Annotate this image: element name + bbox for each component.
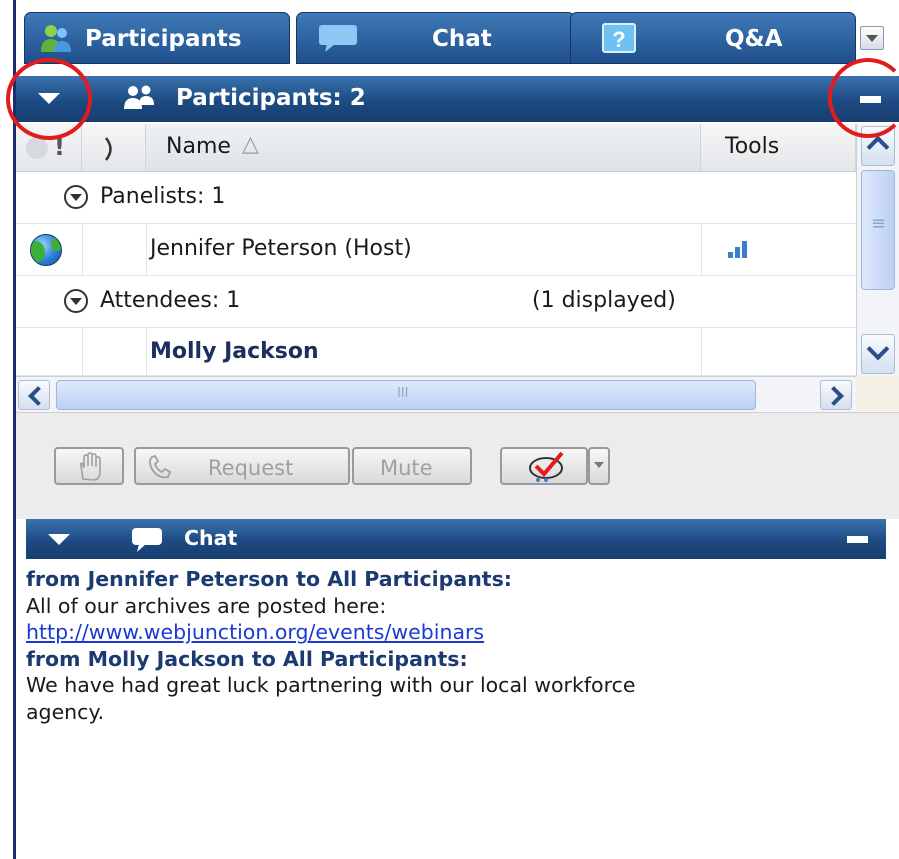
tab-qa-label: Q&A [725,26,783,52]
name-column-header[interactable]: Name △ [146,124,701,171]
expand-attendees-icon[interactable] [64,289,88,313]
tools-column-header[interactable]: Tools [701,124,856,171]
request-label: Request [208,456,294,480]
globe-icon [30,234,62,266]
vertical-scrollbar[interactable] [856,124,899,376]
participants-panel-title: Participants: 2 [176,85,366,111]
chat-message-text: All of our archives are posted here: [26,593,387,618]
participants-toolbar: Request Mute [16,412,899,519]
participants-panel-header: Participants: 2 [16,76,899,122]
phone-handset-icon [105,137,112,161]
tools-column-label: Tools [725,134,780,159]
attendees-group-label: Attendees: 1 [100,288,241,313]
signal-bars-icon [728,238,752,258]
chat-message-sender: from Jennifer Peterson to All Participan… [26,567,512,591]
tab-chat-label: Chat [432,26,492,52]
tab-qa[interactable]: ? Q&A [570,12,856,64]
participants-icon [41,25,71,52]
window-left-border [0,0,16,859]
collapse-chat-icon[interactable] [48,534,70,545]
tab-participants-label: Participants [85,26,242,52]
scroll-down-icon[interactable] [861,334,895,374]
highlight-ring-collapse [6,58,92,140]
vertical-scroll-thumb[interactable] [861,170,895,290]
table-row-host[interactable]: Jennifer Peterson (Host) [16,224,856,276]
raise-hand-icon [79,452,101,481]
raise-hand-button[interactable] [54,447,124,485]
chat-panel-header: Chat [26,519,886,559]
tab-chat[interactable]: Chat [296,12,575,64]
table-row-attendee[interactable]: Molly Jackson [16,328,856,376]
attendees-displayed-count: (1 displayed) [532,288,676,313]
minimize-chat-icon[interactable] [847,536,868,543]
chat-message-sender: from Molly Jackson to All Participants: [26,646,468,671]
panelists-group-label: Panelists: 1 [100,184,226,209]
scroll-corner [856,376,899,412]
chat-message-link[interactable]: http://www.webjunction.org/events/webina… [26,619,886,646]
list-header-row: ! Name △ Tools [16,124,856,172]
mute-button[interactable]: Mute [352,447,472,485]
feedback-button[interactable] [500,447,588,485]
chat-bubble-icon [319,25,357,52]
panelists-group-row[interactable]: Panelists: 1 [16,172,856,224]
people-icon [124,85,154,109]
host-name: Jennifer Peterson (Host) [150,236,412,261]
request-button[interactable]: Request [134,447,350,485]
attendee-name: Molly Jackson [150,339,319,364]
participants-list: ! Name △ Tools Panelists: 1 Jennifer Pet… [16,124,856,376]
name-column-label: Name [166,134,231,159]
highlight-ring-minimize [828,58,899,138]
phone-icon [149,454,172,479]
phone-column-header[interactable] [82,124,146,171]
horizontal-scroll-thumb[interactable] [56,380,756,410]
attendees-group-row[interactable]: Attendees: 1 (1 displayed) [16,276,856,328]
chat-panel-title: Chat [184,526,238,550]
svg-text:?: ? [612,27,625,52]
scroll-right-icon[interactable] [820,380,852,410]
sort-ascending-icon: △ [242,132,259,157]
panel-options-dropdown[interactable] [860,26,884,50]
mute-label: Mute [380,456,433,480]
panel-tab-bar: Participants Chat ? Q&A [24,12,899,64]
tab-participants[interactable]: Participants [24,12,290,64]
chat-transcript: from Jennifer Peterson to All Participan… [26,566,886,725]
chat-message-text: agency. [26,699,105,724]
expand-panelists-icon[interactable] [64,185,88,209]
feedback-dropdown-button[interactable] [588,447,610,485]
help-icon: ? [602,23,636,53]
chat-message-text: We have had great luck partnering with o… [26,673,636,697]
poll-check-icon [529,451,564,482]
scroll-left-icon[interactable] [18,380,50,410]
horizontal-scrollbar[interactable] [16,376,856,412]
chat-bubble-icon [132,528,162,552]
